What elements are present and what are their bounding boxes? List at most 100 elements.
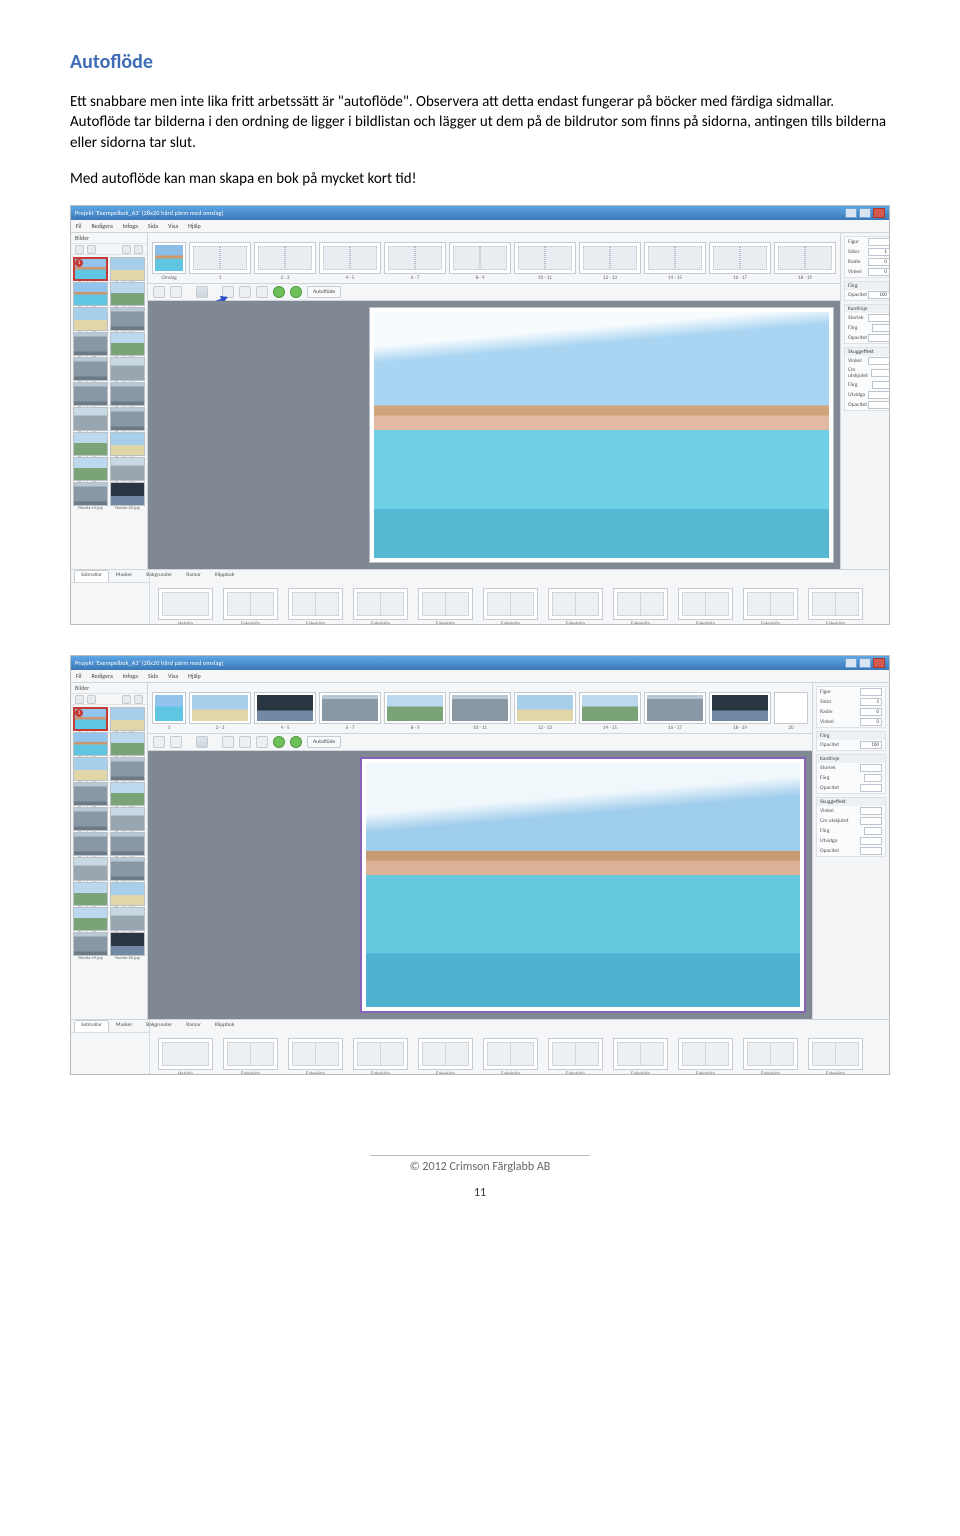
prev-page-icon[interactable] xyxy=(273,736,285,748)
property-value[interactable] xyxy=(864,827,882,835)
sort-icon[interactable] xyxy=(122,695,131,704)
image-thumbnail[interactable]: florida-06.jpg xyxy=(110,307,145,331)
tool-icon-1[interactable] xyxy=(222,736,234,748)
menu-infoga[interactable]: Infoga xyxy=(123,222,138,230)
template-item[interactable]: Enkelsida xyxy=(353,588,408,620)
page-thumbnail[interactable]: 10 - 11 xyxy=(514,242,576,274)
redo-icon[interactable] xyxy=(170,736,182,748)
property-value[interactable]: 0 xyxy=(860,708,882,716)
page-thumbnail[interactable]: 20 xyxy=(774,692,808,724)
image-thumbnail[interactable]: florida-13.jpg xyxy=(73,407,108,431)
add-image-icon[interactable] xyxy=(75,695,84,704)
image-thumbnail[interactable]: florida-10.jpg xyxy=(110,807,145,831)
menu-infoga[interactable]: Infoga xyxy=(123,672,138,680)
image-thumbnail[interactable]: florida-14.jpg xyxy=(110,407,145,431)
image-thumbnail[interactable]: florida-04.jpg xyxy=(110,732,145,756)
property-value[interactable] xyxy=(868,391,890,399)
tab-masker[interactable]: Masker xyxy=(109,1020,139,1032)
image-thumbnail[interactable]: 1florida-01.jpg xyxy=(73,257,108,281)
image-thumbnail[interactable]: florida-17.jpg xyxy=(73,457,108,481)
image-thumbnail[interactable]: florida-03.jpg xyxy=(73,732,108,756)
tab-masker[interactable]: Masker xyxy=(109,570,139,582)
property-value[interactable]: 100 xyxy=(860,741,882,749)
image-thumbnail[interactable]: florida-15.jpg xyxy=(73,432,108,456)
tab-sidmallar[interactable]: Sidmallar xyxy=(74,1020,109,1032)
page-thumbnail[interactable]: 10 - 11 xyxy=(449,692,511,724)
image-thumbnail[interactable]: florida-11.jpg xyxy=(73,832,108,856)
view-icon[interactable] xyxy=(134,695,143,704)
tool-icon-2[interactable] xyxy=(239,736,251,748)
menu-visa[interactable]: Visa xyxy=(168,222,178,230)
remove-image-icon[interactable] xyxy=(87,695,96,704)
template-item[interactable]: Enkelsida xyxy=(483,588,538,620)
close-button[interactable] xyxy=(873,208,885,218)
template-item[interactable]: Enkelsida xyxy=(678,1038,733,1070)
image-thumbnail[interactable]: florida-08.jpg xyxy=(110,782,145,806)
image-thumbnail[interactable]: florida-17.jpg xyxy=(73,907,108,931)
property-value[interactable]: 0 xyxy=(868,258,890,266)
page-thumbnail[interactable]: 6 - 7 xyxy=(319,692,381,724)
image-thumbnail[interactable]: florida-04.jpg xyxy=(110,282,145,306)
close-button[interactable] xyxy=(873,658,885,668)
tab-sidmallar[interactable]: Sidmallar xyxy=(74,570,109,582)
property-value[interactable]: 0 xyxy=(868,268,890,276)
property-value[interactable] xyxy=(860,688,882,696)
menu-visa[interactable]: Visa xyxy=(168,672,178,680)
property-value[interactable] xyxy=(860,817,882,825)
image-thumbnail[interactable]: florida-19.jpg xyxy=(73,482,108,506)
template-item[interactable]: Enkelsida xyxy=(678,588,733,620)
page-spread[interactable] xyxy=(360,757,806,1013)
save-icon[interactable] xyxy=(196,286,208,298)
menu-redigera[interactable]: Redigera xyxy=(92,222,113,230)
template-item[interactable]: Enkelsida xyxy=(223,1038,278,1070)
image-thumbnail[interactable]: florida-16.jpg xyxy=(110,432,145,456)
image-thumbnail[interactable]: florida-12.jpg xyxy=(110,832,145,856)
page-thumbnail[interactable]: 2 - 3 xyxy=(189,692,251,724)
maximize-button[interactable] xyxy=(859,658,871,668)
template-item[interactable]: Helsida xyxy=(158,588,213,620)
image-thumbnail[interactable]: florida-05.jpg xyxy=(73,307,108,331)
tool-icon-2[interactable] xyxy=(239,286,251,298)
template-item[interactable]: Enkelsida xyxy=(548,1038,603,1070)
next-page-icon[interactable] xyxy=(290,286,302,298)
template-item[interactable]: Enkelsida xyxy=(223,588,278,620)
menu-hjalp[interactable]: Hjälp xyxy=(188,672,201,680)
tool-icon-3[interactable] xyxy=(256,286,268,298)
image-thumbnail[interactable]: florida-18.jpg xyxy=(110,907,145,931)
property-value[interactable]: 100 xyxy=(868,291,890,299)
property-value[interactable] xyxy=(872,381,890,389)
image-thumbnail[interactable]: florida-10.jpg xyxy=(110,357,145,381)
image-thumbnail[interactable]: florida-20.jpg xyxy=(110,482,145,506)
image-thumbnail[interactable]: florida-18.jpg xyxy=(110,457,145,481)
image-thumbnail[interactable]: florida-05.jpg xyxy=(73,757,108,781)
image-thumbnail[interactable]: florida-02.jpg xyxy=(110,257,145,281)
page-thumbnail[interactable]: 14 - 15 xyxy=(644,242,706,274)
page-thumbnail[interactable]: 4 - 5 xyxy=(254,692,316,724)
autoflow-button[interactable]: Autoflöde xyxy=(307,286,341,298)
page-thumbnail[interactable]: 12 - 13 xyxy=(514,692,576,724)
page-thumbnail[interactable]: 14 - 15 xyxy=(579,692,641,724)
template-item[interactable]: Enkelsida xyxy=(418,588,473,620)
image-thumbnail[interactable]: florida-09.jpg xyxy=(73,357,108,381)
menu-sida[interactable]: Sida xyxy=(148,222,158,230)
page-thumbnail[interactable]: 4 - 5 xyxy=(319,242,381,274)
template-item[interactable]: Enkelsida xyxy=(288,588,343,620)
autoflow-button[interactable]: Autoflöde xyxy=(307,736,341,748)
template-item[interactable]: Enkelsida xyxy=(288,1038,343,1070)
undo-icon[interactable] xyxy=(153,286,165,298)
property-value[interactable] xyxy=(868,334,890,342)
template-item[interactable]: Enkelsida xyxy=(743,1038,798,1070)
page-thumbnail[interactable]: 18 - 19 xyxy=(709,692,771,724)
template-item[interactable]: Enkelsida xyxy=(613,1038,668,1070)
template-item[interactable]: Enkelsida xyxy=(613,588,668,620)
minimize-button[interactable] xyxy=(845,208,857,218)
add-image-icon[interactable] xyxy=(75,245,84,254)
property-value[interactable] xyxy=(860,837,882,845)
page-thumbnail[interactable]: 16 - 17 xyxy=(709,242,771,274)
view-icon[interactable] xyxy=(134,245,143,254)
image-thumbnail[interactable]: florida-14.jpg xyxy=(110,857,145,881)
template-item[interactable]: Enkelsida xyxy=(548,588,603,620)
redo-icon[interactable] xyxy=(170,286,182,298)
image-thumbnail[interactable]: florida-12.jpg xyxy=(110,382,145,406)
image-thumbnail[interactable]: florida-07.jpg xyxy=(73,782,108,806)
